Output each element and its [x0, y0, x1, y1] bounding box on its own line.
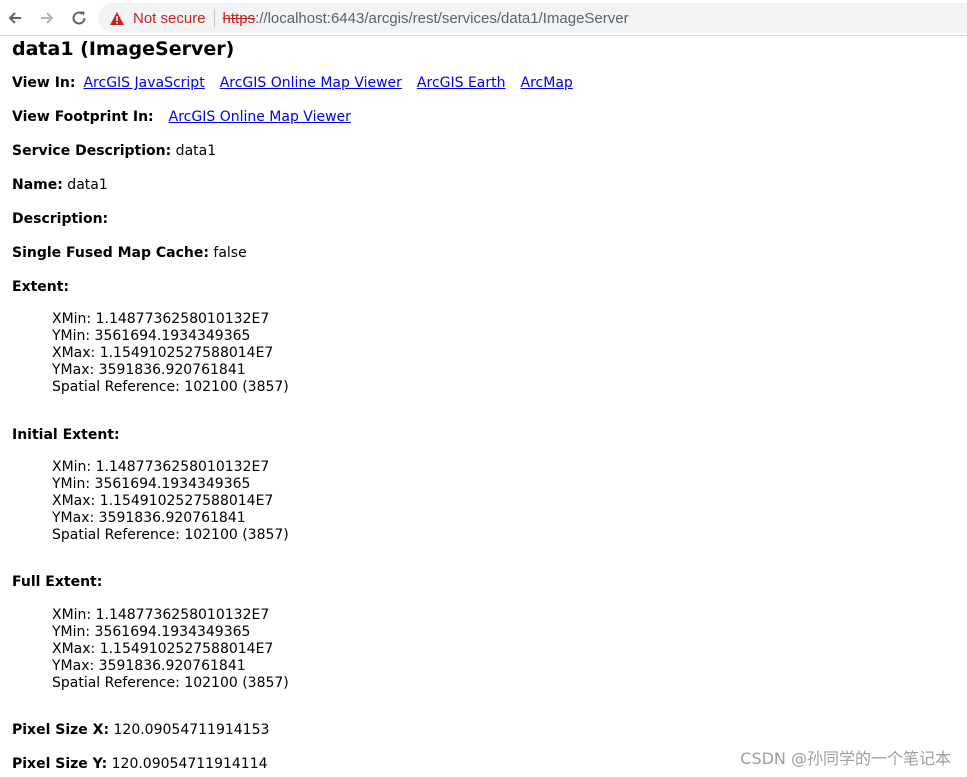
single-fused-row: Single Fused Map Cache: false	[12, 245, 247, 261]
pixel-size-x-value: 120.09054711914153	[109, 722, 270, 738]
url-scheme: https	[222, 9, 256, 27]
full-extent-values: XMin: 1.1487736258010132E7 YMin: 3561694…	[52, 607, 289, 692]
initial-extent-label: Initial Extent:	[12, 427, 120, 443]
full-extent-ymax: YMax: 3591836.920761841	[52, 658, 246, 674]
url-path: ://localhost:6443/arcgis/rest/services/d…	[255, 9, 629, 27]
forward-button[interactable]	[32, 3, 62, 33]
reload-icon	[70, 9, 88, 27]
extent-ymin: YMin: 3561694.1934349365	[52, 328, 251, 344]
full-extent-xmax: XMax: 1.1549102527588014E7	[52, 641, 274, 657]
single-fused-label: Single Fused Map Cache:	[12, 245, 209, 261]
link-arcgis-earth[interactable]: ArcGIS Earth	[417, 75, 506, 91]
full-extent-label: Full Extent:	[12, 574, 103, 590]
extent-spatial-reference: Spatial Reference: 102100 (3857)	[52, 379, 289, 395]
extent-xmin: XMin: 1.1487736258010132E7	[52, 311, 270, 327]
initial-extent-ymin: YMin: 3561694.1934349365	[52, 476, 251, 492]
single-fused-value: false	[208, 245, 247, 261]
warning-icon[interactable]	[109, 11, 125, 26]
browser-toolbar: Not secure https://localhost:6443/arcgis…	[0, 0, 967, 36]
not-secure-label[interactable]: Not secure	[133, 10, 206, 27]
name-value: data1	[62, 177, 108, 193]
initial-extent-xmax: XMax: 1.1549102527588014E7	[52, 493, 274, 509]
extent-values: XMin: 1.1487736258010132E7 YMin: 3561694…	[52, 311, 289, 396]
omnibox-divider	[213, 9, 215, 27]
pixel-size-y-value: 120.09054711914114	[107, 756, 268, 772]
address-bar[interactable]: Not secure https://localhost:6443/arcgis…	[98, 3, 967, 33]
extent-xmax: XMax: 1.1549102527588014E7	[52, 345, 274, 361]
view-footprint-row: View Footprint In: ArcGIS Online Map View…	[12, 109, 351, 125]
description-row: Description:	[12, 211, 108, 227]
view-in-row: View In: ArcGIS JavaScript ArcGIS Online M…	[12, 75, 573, 91]
link-arcgis-online-map-viewer[interactable]: ArcGIS Online Map Viewer	[220, 75, 402, 91]
view-footprint-label: View Footprint In:	[12, 109, 154, 125]
csdn-watermark: CSDN @孙同学的一个笔记本	[740, 749, 951, 768]
link-footprint-online-map-viewer[interactable]: ArcGIS Online Map Viewer	[169, 109, 351, 125]
initial-extent-ymax: YMax: 3591836.920761841	[52, 510, 246, 526]
link-arcgis-javascript[interactable]: ArcGIS JavaScript	[83, 75, 204, 91]
full-extent-heading: Full Extent:	[12, 574, 102, 590]
extent-ymax: YMax: 3591836.920761841	[52, 362, 246, 378]
link-arcmap[interactable]: ArcMap	[521, 75, 573, 91]
initial-extent-heading: Initial Extent:	[12, 427, 120, 443]
pixel-size-y-row: Pixel Size Y: 120.09054711914114	[12, 756, 268, 772]
initial-extent-spatial-reference: Spatial Reference: 102100 (3857)	[52, 527, 289, 543]
name-row: Name: data1	[12, 177, 108, 193]
service-description-row: Service Description: data1	[12, 143, 216, 159]
back-arrow-icon	[6, 9, 24, 27]
page-title: data1 (ImageServer)	[12, 38, 235, 60]
pixel-size-x-label: Pixel Size X:	[12, 722, 110, 738]
extent-label: Extent:	[12, 279, 70, 295]
reload-button[interactable]	[64, 3, 94, 33]
pixel-size-y-label: Pixel Size Y:	[12, 756, 108, 772]
pixel-size-x-row: Pixel Size X: 120.09054711914153	[12, 722, 269, 738]
full-extent-xmin: XMin: 1.1487736258010132E7	[52, 607, 270, 623]
description-label: Description:	[12, 211, 109, 227]
initial-extent-values: XMin: 1.1487736258010132E7 YMin: 3561694…	[52, 459, 289, 544]
name-label: Name:	[12, 177, 63, 193]
full-extent-spatial-reference: Spatial Reference: 102100 (3857)	[52, 675, 289, 691]
page-content: data1 (ImageServer)	[0, 38, 967, 60]
initial-extent-xmin: XMin: 1.1487736258010132E7	[52, 459, 270, 475]
back-button[interactable]	[0, 3, 30, 33]
view-in-label: View In:	[12, 75, 76, 91]
extent-heading: Extent:	[12, 279, 69, 295]
service-description-value: data1	[171, 143, 217, 159]
forward-arrow-icon	[38, 9, 56, 27]
full-extent-ymin: YMin: 3561694.1934349365	[52, 624, 251, 640]
service-description-label: Service Description:	[12, 143, 172, 159]
